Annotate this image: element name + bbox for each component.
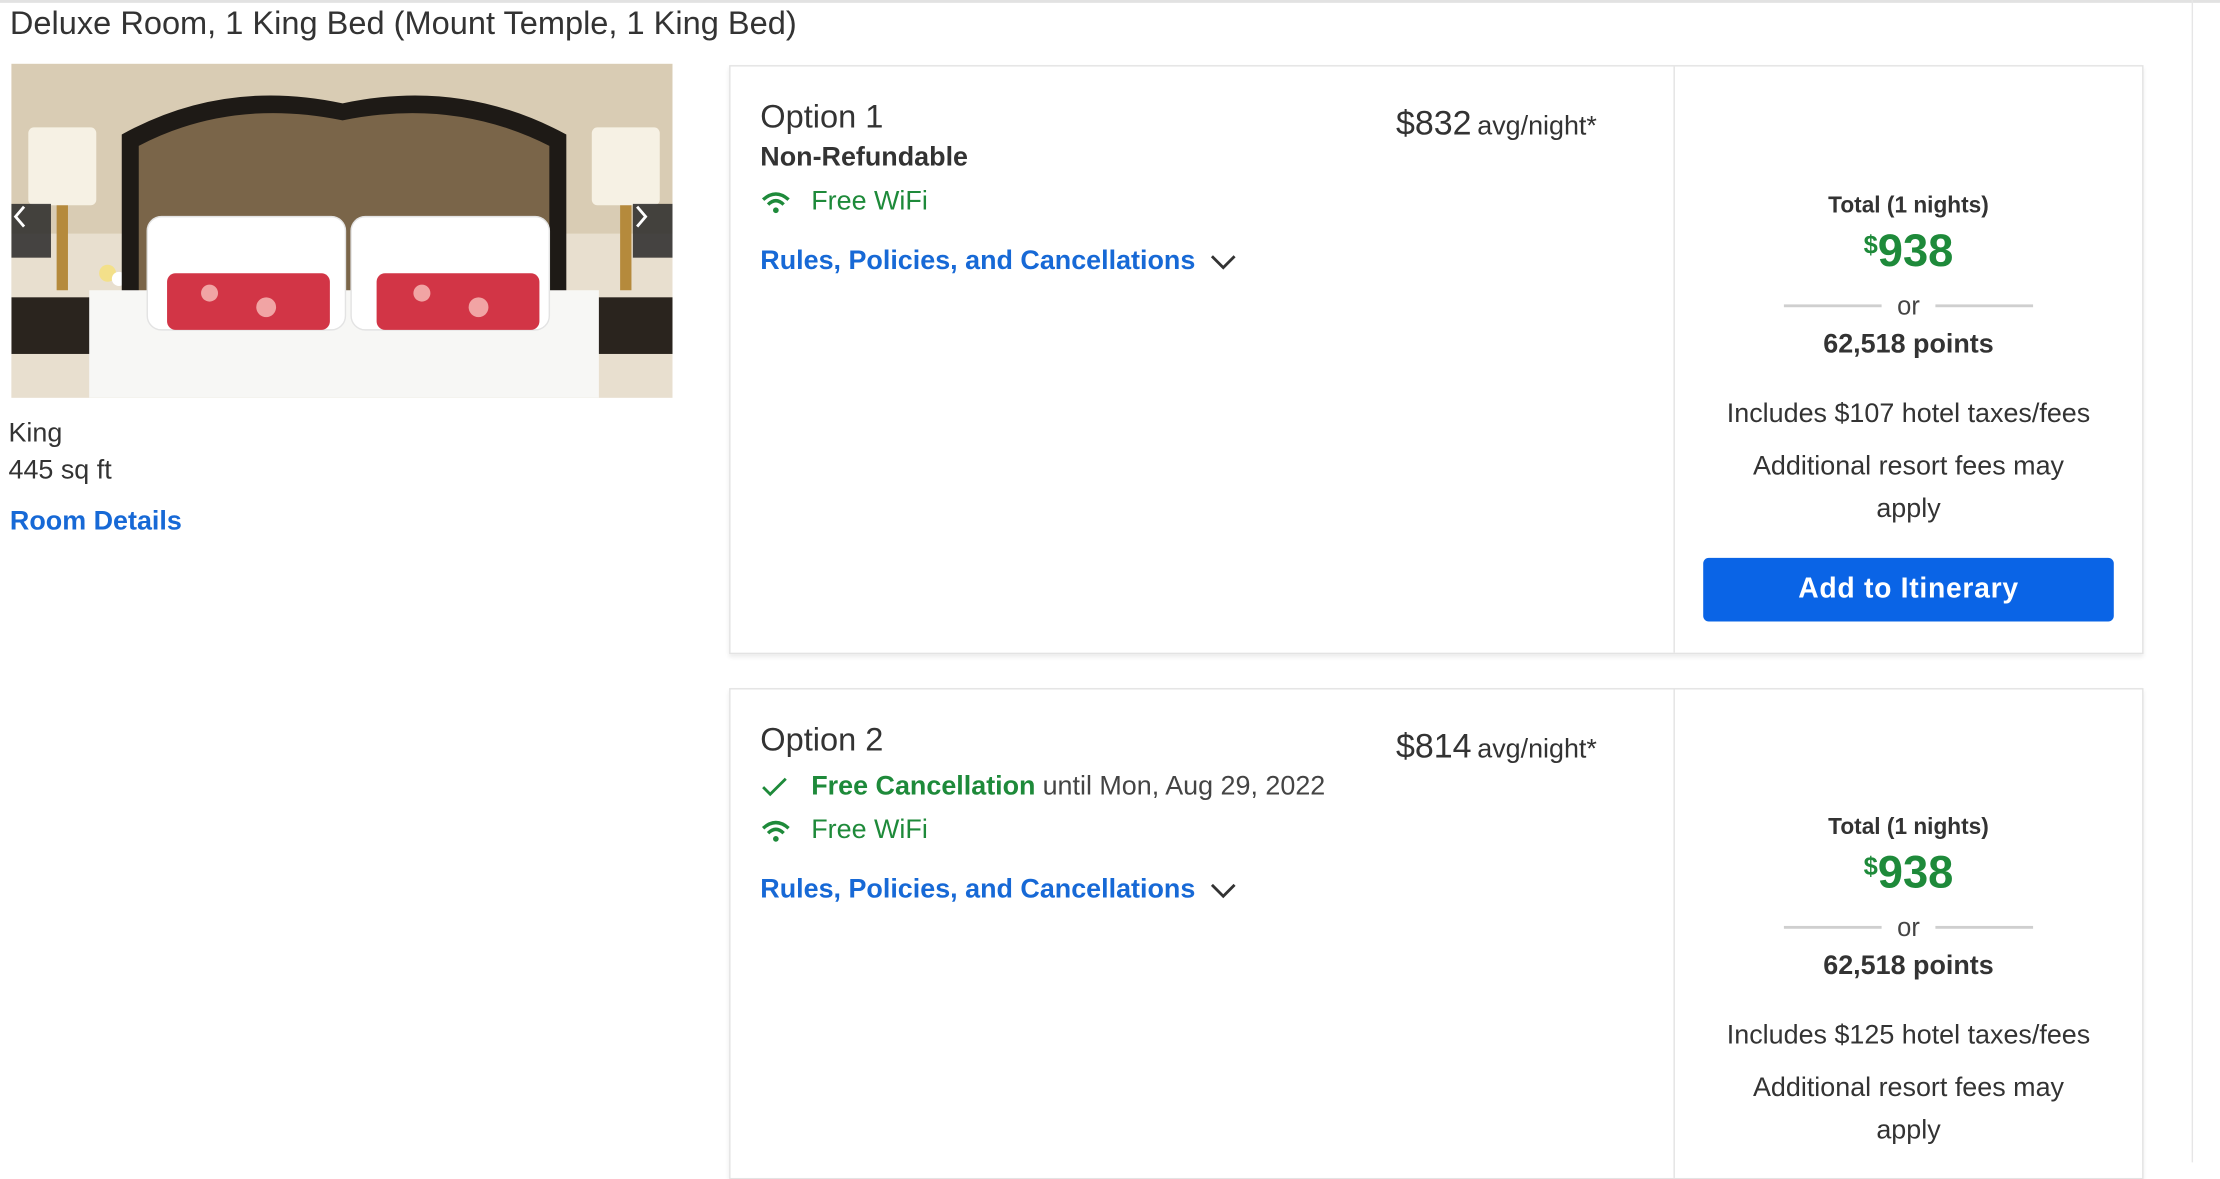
room-details-link[interactable]: Room Details	[10, 507, 182, 538]
taxes-note: Includes $107 hotel taxes/fees	[1726, 399, 2091, 429]
price-amount: $814	[1395, 727, 1472, 766]
points-price: 62,518 points	[1823, 951, 1994, 982]
price-unit: avg/night*	[1477, 734, 1597, 765]
wifi-feature: Free WiFi	[760, 187, 928, 218]
chevron-down-icon	[1209, 253, 1237, 270]
nightly-price: $832 avg/night*	[1396, 105, 1597, 145]
wifi-icon	[760, 188, 791, 216]
room-photo-carousel[interactable]	[11, 63, 673, 398]
total-value: 938	[1877, 225, 1954, 277]
total-amount: $938	[1675, 847, 2142, 899]
price-unit: avg/night*	[1477, 111, 1597, 142]
resort-fees-note: Additional resort fees may apply	[1752, 1073, 2064, 1146]
room-title: Deluxe Room, 1 King Bed (Mount Temple, 1…	[9, 4, 797, 42]
option-title: Option 1	[760, 97, 884, 135]
resort-fees-note: Additional resort fees may apply	[1752, 451, 2064, 524]
wifi-label: Free WiFi	[811, 186, 928, 217]
option-title: Option 2	[760, 720, 884, 758]
free-cancellation-label: Free Cancellation	[811, 771, 1036, 802]
room-photo	[11, 63, 673, 398]
or-separator: or	[1783, 290, 2034, 320]
photo-next-button[interactable]	[632, 203, 673, 258]
add-to-itinerary-button[interactable]: Add to Itinerary	[1703, 557, 2114, 622]
or-label: or	[1897, 290, 1920, 320]
free-cancellation-date: until Mon, Aug 29, 2022	[1042, 771, 1326, 802]
taxes-note: Includes $125 hotel taxes/fees	[1726, 1020, 2091, 1051]
currency-symbol: $	[1863, 852, 1878, 881]
wifi-feature: Free WiFi	[760, 816, 928, 847]
chevron-left-icon	[13, 205, 26, 228]
option-card-2: Option 2 Free Cancellation until Mon, Aug…	[729, 688, 2144, 1179]
refund-policy: Non-Refundable	[760, 142, 969, 173]
or-label: or	[1897, 912, 1920, 941]
option-card-1: Option 1 Non-Refundable Free WiFi Rules,…	[729, 65, 2144, 655]
top-border	[0, 0, 2220, 3]
or-separator: or	[1783, 912, 2034, 941]
total-label: Total (1 nights)	[1828, 815, 1989, 840]
free-cancellation-feature: Free Cancellation until Mon, Aug 29, 2022	[760, 772, 1325, 803]
nightly-price: $814 avg/night*	[1396, 728, 1597, 768]
total-label: Total (1 nights)	[1828, 193, 1989, 219]
rules-policies-link[interactable]: Rules, Policies, and Cancellations	[760, 875, 1238, 906]
rules-policies-label: Rules, Policies, and Cancellations	[760, 874, 1196, 905]
price-amount: $832	[1395, 104, 1472, 143]
total-value: 938	[1877, 846, 1954, 898]
photo-prev-button[interactable]	[11, 203, 51, 258]
room-size: 445 sq ft	[8, 455, 112, 486]
currency-symbol: $	[1863, 230, 1878, 260]
checkmark-icon	[760, 773, 791, 801]
room-bed-type: King	[8, 419, 63, 449]
card-divider	[1673, 689, 1675, 1178]
points-price: 62,518 points	[1823, 329, 1994, 360]
wifi-icon	[760, 817, 791, 845]
chevron-down-icon	[1209, 882, 1237, 899]
chevron-right-icon	[636, 205, 648, 228]
page-scroll-edge	[2191, 0, 2194, 1163]
rules-policies-label: Rules, Policies, and Cancellations	[760, 246, 1196, 277]
page: Deluxe Room, 1 King Bed (Mount Temple, 1…	[0, 0, 2220, 1179]
total-amount: $938	[1675, 225, 2142, 277]
rules-policies-link[interactable]: Rules, Policies, and Cancellations	[760, 246, 1238, 277]
wifi-label: Free WiFi	[811, 815, 928, 846]
